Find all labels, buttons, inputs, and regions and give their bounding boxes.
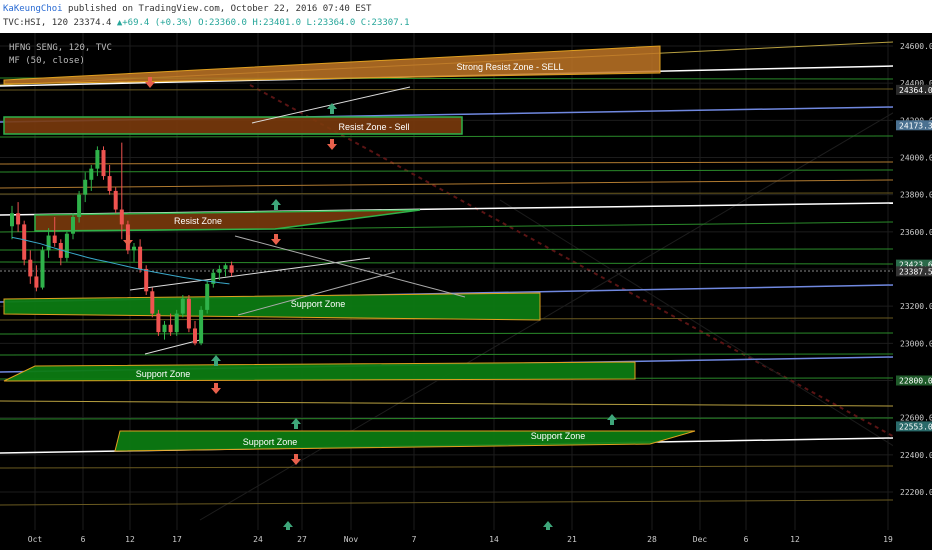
candle-body <box>89 168 94 180</box>
candle-body <box>95 150 100 169</box>
change-value: +69.4 (+0.3%) <box>122 18 193 28</box>
quote-line: TVC:HSI, 120 23374.4 ▲+69.4 (+0.3%) O:23… <box>3 18 410 29</box>
candle-body <box>22 224 27 260</box>
y-tick-label: 24000.0 <box>900 154 932 163</box>
author-link[interactable]: KaKeungChoi <box>3 4 63 14</box>
candle-body <box>132 246 136 251</box>
zone-label-support-1: Support Zone <box>291 299 346 309</box>
candle-body <box>40 250 45 288</box>
y-tick-label: 22600.0 <box>900 414 932 423</box>
x-tick-label: 28 <box>647 535 657 544</box>
candle-body <box>119 209 124 225</box>
candle-body <box>83 179 88 195</box>
candle-body <box>138 246 143 269</box>
candle-body <box>217 269 222 273</box>
plot-background <box>0 33 932 550</box>
y-axis: 24600.024400.024200.024000.023800.023600… <box>893 33 932 530</box>
x-tick-label: 17 <box>172 535 182 544</box>
x-tick-label: 24 <box>253 535 263 544</box>
y-tick-label: 23000.0 <box>900 339 932 348</box>
candle-body <box>64 233 69 258</box>
y-tick-label: 22400.0 <box>900 451 932 460</box>
candle-body <box>229 265 234 273</box>
open-value: O:23360.0 <box>198 18 247 28</box>
candle-body <box>77 194 82 217</box>
x-tick-label: 19 <box>883 535 893 544</box>
candle-body <box>180 298 185 314</box>
close-value: C:23307.1 <box>360 18 410 28</box>
candle-body <box>186 298 191 329</box>
candle-body <box>150 291 155 314</box>
candle-body <box>34 276 39 288</box>
chart-plot[interactable]: Strong Resist Zone - SELL Resist Zone - … <box>0 33 932 550</box>
x-tick-label: 21 <box>567 535 577 544</box>
candle-body <box>16 213 21 225</box>
price-label: 24364.0 <box>899 86 932 95</box>
legend-indicator: MF (50, close) <box>9 56 85 66</box>
y-tick-label: 23200.0 <box>900 302 932 311</box>
y-tick-label: 24600.0 <box>900 42 932 51</box>
candle-body <box>46 235 51 251</box>
price-label: 23387.5 <box>899 267 932 276</box>
high-value: H:23401.0 <box>252 18 302 28</box>
published-text: published on TradingView.com, October 22… <box>68 4 372 14</box>
x-tick-label: 12 <box>790 535 800 544</box>
y-tick-label: 23600.0 <box>900 228 932 237</box>
x-tick-label: 12 <box>125 535 135 544</box>
x-tick-label: 6 <box>744 535 749 544</box>
zone-label-support-2: Support Zone <box>136 369 191 379</box>
x-tick-label: 14 <box>489 535 499 544</box>
zone-label-strong-resist: Strong Resist Zone - SELL <box>456 62 563 72</box>
candle-body <box>101 150 106 177</box>
y-tick-label: 22200.0 <box>900 488 932 497</box>
price-label: 22800.0 <box>899 377 932 386</box>
x-tick-label: 27 <box>297 535 307 544</box>
x-axis: Oct 6 12 17 24 27 Nov 7 14 21 28 Dec 6 12 19 <box>0 530 932 550</box>
chart-header: KaKeungChoi published on TradingView.com… <box>0 0 932 33</box>
candle-body <box>223 265 228 269</box>
candle-body <box>52 235 57 243</box>
candle-body <box>199 309 204 344</box>
candle-body <box>168 324 173 333</box>
legend-title: HFNG SENG, 120, TVC <box>9 43 112 53</box>
zone-label-support-4: Support Zone <box>531 431 586 441</box>
candle-body <box>113 190 118 210</box>
candle-body <box>71 216 75 234</box>
x-tick-label: Dec <box>693 535 708 544</box>
low-value: L:23364.0 <box>306 18 356 28</box>
candle-body <box>10 213 14 227</box>
zone-label-support-3: Support Zone <box>243 437 298 447</box>
zone-label-resist-sell: Resist Zone - Sell <box>338 122 409 132</box>
x-tick-label: 6 <box>81 535 86 544</box>
x-tick-label: 7 <box>412 535 417 544</box>
candle-body <box>162 324 167 333</box>
candle-body <box>107 176 112 191</box>
candle-body <box>28 259 33 277</box>
last-price: 23374.4 <box>73 18 112 28</box>
zone-label-resist: Resist Zone <box>174 216 222 226</box>
candle-body <box>193 328 197 344</box>
symbol-label: TVC:HSI, 120 <box>3 18 69 28</box>
candle-body <box>205 283 210 310</box>
candle-body <box>156 313 161 333</box>
x-tick-label: Oct <box>28 535 43 544</box>
price-label: 22553.0 <box>899 422 932 431</box>
candle-body <box>174 313 179 333</box>
publish-line: KaKeungChoi published on TradingView.com… <box>3 4 371 15</box>
price-label: 24173.3 <box>899 121 932 130</box>
candle-body <box>144 269 149 292</box>
x-tick-label: Nov <box>344 535 359 544</box>
y-tick-label: 23800.0 <box>900 191 932 200</box>
